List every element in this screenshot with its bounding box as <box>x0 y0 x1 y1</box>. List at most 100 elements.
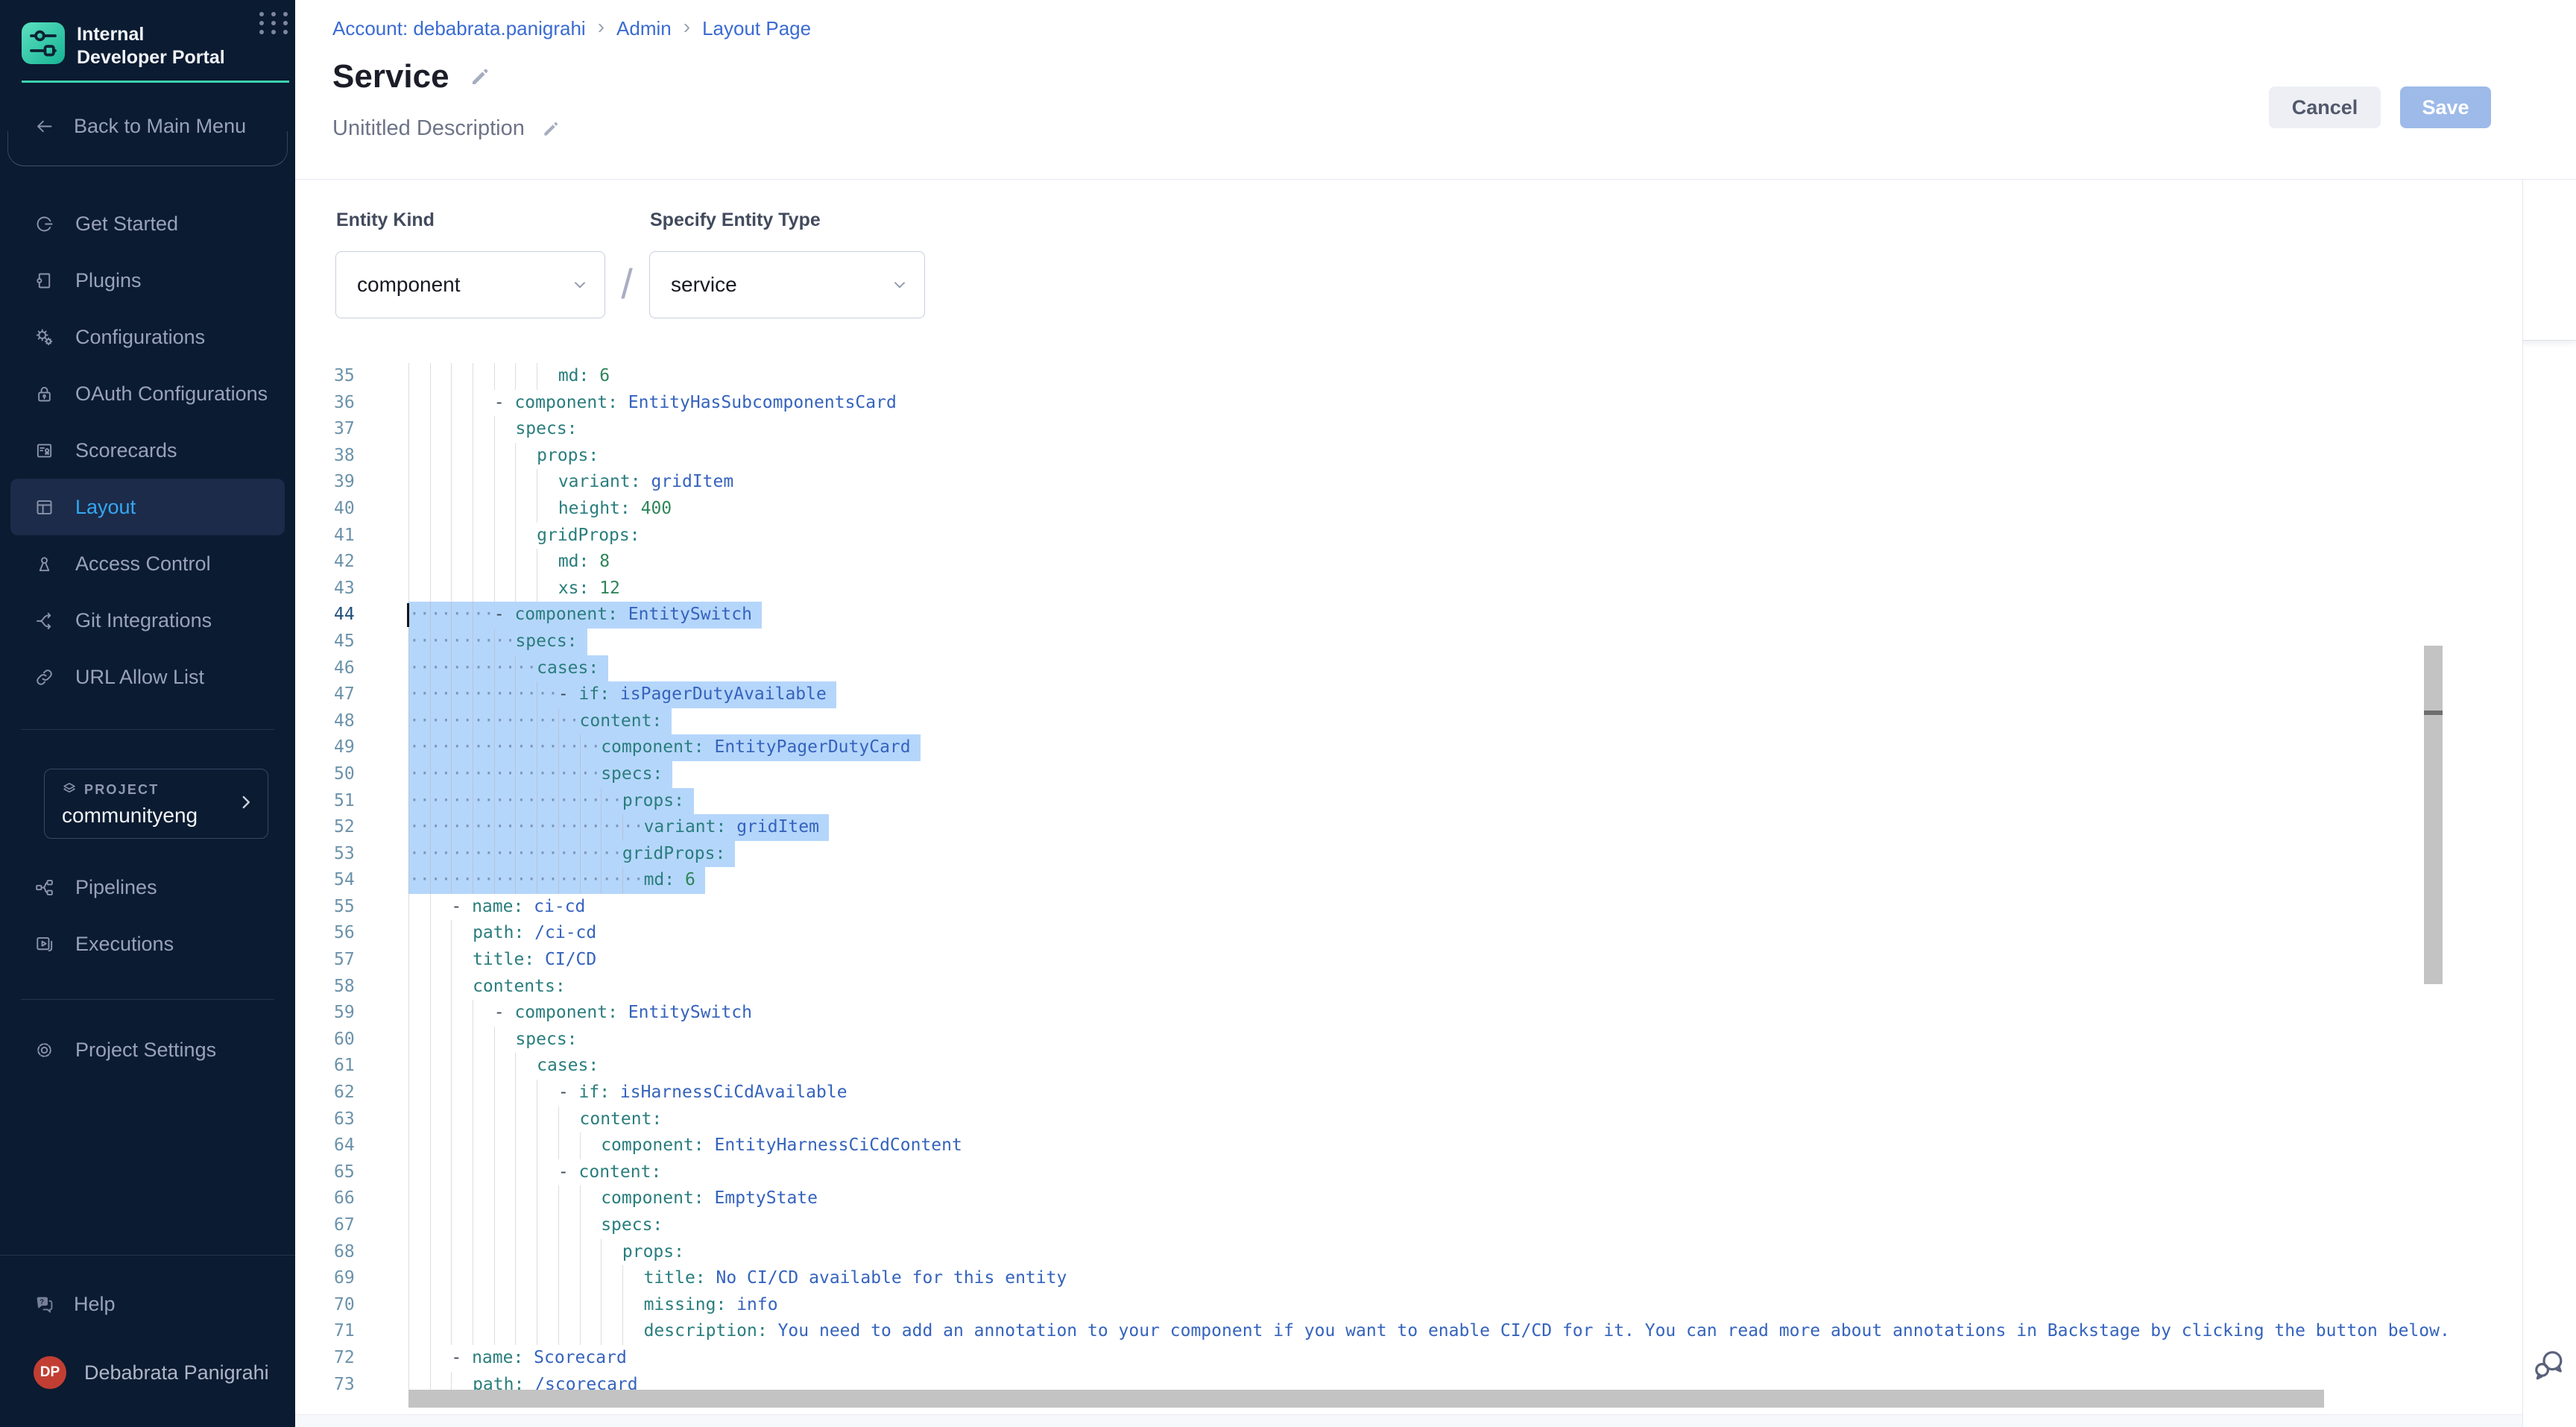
code-line[interactable]: 67 specs: <box>295 1212 2455 1239</box>
indent-guide <box>451 1239 473 1266</box>
product-logo-row[interactable]: Internal Developer Portal <box>22 21 282 69</box>
code-line[interactable]: 59 - component: EntitySwitch <box>295 1000 2455 1027</box>
indent-guide <box>494 523 516 549</box>
indent-guide <box>473 1212 494 1239</box>
breadcrumb-layout-page-link[interactable]: Layout Page <box>702 17 811 40</box>
indent-guide: ·· <box>408 814 430 841</box>
code-line[interactable]: 54······················md: 6 <box>295 867 2455 894</box>
sidebar-item-executions[interactable]: Executions <box>10 916 285 972</box>
code-line[interactable]: 71 description: You need to add an annot… <box>295 1318 2455 1345</box>
code-line[interactable]: 49··················component: EntityPag… <box>295 734 2455 761</box>
code-line[interactable]: 37 specs: <box>295 416 2455 443</box>
sidebar-item-project-settings[interactable]: Project Settings <box>10 1021 285 1078</box>
code-line[interactable]: 55 - name: ci-cd <box>295 894 2455 921</box>
code-line[interactable]: 48················content: <box>295 708 2455 735</box>
code-line[interactable]: 53····················gridProps: <box>295 841 2455 868</box>
sidebar-item-configurations[interactable]: Configurations <box>10 309 285 365</box>
code-token: content: <box>580 711 663 731</box>
code-line[interactable]: 36 - component: EntityHasSubcomponentsCa… <box>295 390 2455 417</box>
code-line[interactable]: 65 - content: <box>295 1159 2455 1186</box>
code-line[interactable]: 58 contents: <box>295 974 2455 1001</box>
code-line[interactable]: 41 gridProps: <box>295 523 2455 549</box>
code-token: name: <box>472 897 534 916</box>
code-line[interactable]: 45··········specs: <box>295 629 2455 655</box>
support-chat-icon[interactable] <box>2531 1346 2567 1382</box>
line-content: variant: gridItem <box>408 469 733 496</box>
code-line[interactable]: 60 specs: <box>295 1027 2455 1053</box>
line-content: ············cases: <box>408 655 608 682</box>
line-content: content: <box>408 1106 662 1133</box>
code-line[interactable]: 40 height: 400 <box>295 496 2455 523</box>
sidebar-item-layout[interactable]: Layout <box>10 479 285 535</box>
project-selector[interactable]: PROJECT communityeng <box>44 769 268 839</box>
sidebar-item-access-control[interactable]: Access Control <box>10 535 285 592</box>
entity-type-bar: Entity Kind component / Specify Entity T… <box>295 179 2576 341</box>
code-line[interactable]: 43 xs: 12 <box>295 576 2455 602</box>
edit-title-pencil-icon[interactable] <box>469 66 491 88</box>
code-line[interactable]: 66 component: EmptyState <box>295 1185 2455 1212</box>
line-content: specs: <box>408 1027 578 1053</box>
entity-kind-select[interactable]: component <box>335 251 605 318</box>
code-line[interactable]: 51····················props: <box>295 788 2455 815</box>
sidebar-item-plugins[interactable]: Plugins <box>10 252 285 309</box>
sidebar-item-scorecards[interactable]: Scorecards <box>10 422 285 479</box>
sidebar-item-url-allow-list[interactable]: URL Allow List <box>10 649 285 705</box>
sidebar-item-oauth-configurations[interactable]: OAuth Configurations <box>10 365 285 422</box>
help-button[interactable]: ? Help <box>34 1276 116 1332</box>
indent-guide <box>537 1318 558 1345</box>
code-line[interactable]: 38 props: <box>295 443 2455 470</box>
code-line[interactable]: 61 cases: <box>295 1053 2455 1080</box>
code-line[interactable]: 46············cases: <box>295 655 2455 682</box>
edit-description-pencil-icon[interactable] <box>541 119 561 139</box>
app-grid-icon[interactable] <box>259 12 291 34</box>
indent-guide <box>451 443 473 470</box>
cancel-button[interactable]: Cancel <box>2269 86 2381 128</box>
code-line[interactable]: 50··················specs: <box>295 761 2455 788</box>
code-line[interactable]: 64 component: EntityHarnessCiCdContent <box>295 1133 2455 1159</box>
code-token: You need to add an annotation to your co… <box>778 1321 2450 1341</box>
code-line[interactable]: 52······················variant: gridIte… <box>295 814 2455 841</box>
entity-type-select[interactable]: service <box>649 251 925 318</box>
entity-kind-label: Entity Kind <box>336 210 435 231</box>
code-line[interactable]: 35 md: 6 <box>295 363 2455 390</box>
code-line[interactable]: 68 props: <box>295 1239 2455 1266</box>
code-line[interactable]: 57 title: CI/CD <box>295 947 2455 974</box>
code-line[interactable]: 44········- component: EntitySwitch <box>295 602 2455 629</box>
code-line[interactable]: 56 path: /ci-cd <box>295 920 2455 947</box>
line-number: 41 <box>334 523 379 549</box>
line-number: 38 <box>334 443 379 470</box>
horizontal-scrollbar[interactable] <box>408 1390 2324 1408</box>
code-line[interactable]: 63 content: <box>295 1106 2455 1133</box>
code-token: EntityHasSubcomponentsCard <box>628 393 897 412</box>
indent-guide: ·· <box>408 788 430 815</box>
code-line[interactable]: 72 - name: Scorecard <box>295 1345 2455 1372</box>
yaml-code-editor[interactable]: 35 md: 636 - component: EntityHasSubcomp… <box>295 339 2522 1414</box>
code-line[interactable]: 39 variant: gridItem <box>295 469 2455 496</box>
sidebar-item-get-started[interactable]: Get Started <box>10 195 285 252</box>
indent-guide <box>473 1053 494 1080</box>
code-line[interactable]: 70 missing: info <box>295 1292 2455 1319</box>
sidebar-item-pipelines[interactable]: Pipelines <box>10 859 285 916</box>
code-token: EmptyState <box>715 1188 818 1208</box>
indent-guide: ·· <box>430 655 452 682</box>
breadcrumb-account-link[interactable]: Account: debabrata.panigrahi <box>332 17 586 40</box>
indent-guide <box>515 363 537 390</box>
indent-guide <box>430 390 452 417</box>
sidebar-item-git-integrations[interactable]: Git Integrations <box>10 592 285 649</box>
breadcrumb-admin-link[interactable]: Admin <box>616 17 672 40</box>
code-line[interactable]: 62 - if: isHarnessCiCdAvailable <box>295 1080 2455 1106</box>
vertical-scrollbar[interactable] <box>2424 646 2443 984</box>
code-line[interactable]: 47··············- if: isPagerDutyAvailab… <box>295 681 2455 708</box>
code-line[interactable]: 69 title: No CI/CD available for this en… <box>295 1265 2455 1292</box>
indent-guide <box>430 416 452 443</box>
save-button[interactable]: Save <box>2400 86 2491 128</box>
indent-guide <box>430 1345 452 1372</box>
indent-guide <box>430 894 452 921</box>
code-line[interactable]: 42 md: 8 <box>295 549 2455 576</box>
indent-guide <box>430 1080 452 1106</box>
user-menu[interactable]: DP Debabrata Panigrahi <box>34 1344 269 1401</box>
indent-guide <box>408 920 430 947</box>
indent-guide <box>494 1292 516 1319</box>
indent-guide <box>558 1265 580 1292</box>
indent-guide: ·· <box>622 867 644 894</box>
